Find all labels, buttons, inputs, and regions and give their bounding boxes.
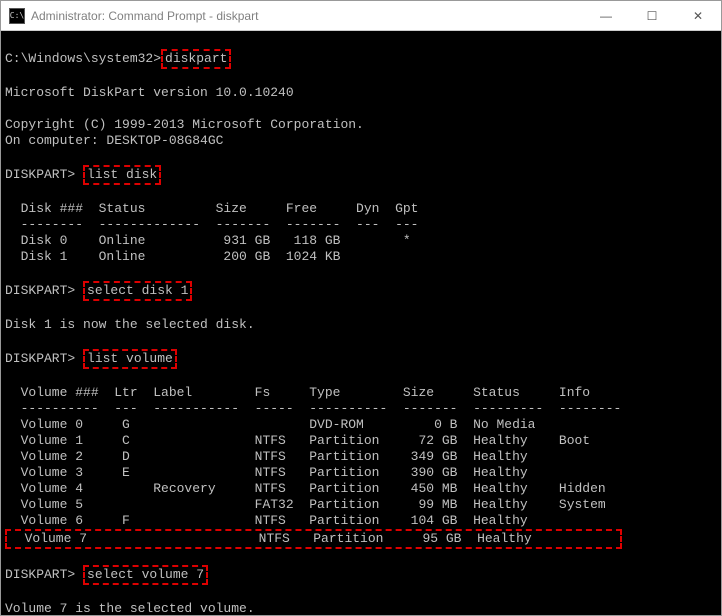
terminal[interactable]: C:\Windows\system32>diskpart Microsoft D… <box>1 31 721 615</box>
vol-sep: ---------- --- ----------- ----- -------… <box>5 401 621 416</box>
diskpart-prompt: DISKPART> <box>5 283 83 298</box>
highlight-select-disk: select disk 1 <box>83 281 192 301</box>
prompt-list-volume: DISKPART> list volume <box>5 351 177 366</box>
cmd-icon: C:\ <box>9 8 25 24</box>
minimize-button[interactable]: — <box>583 1 629 31</box>
highlight-select-volume: select volume 7 <box>83 565 208 585</box>
vol-row: Volume 1 C NTFS Partition 72 GB Healthy … <box>5 433 590 448</box>
close-button[interactable]: ✕ <box>675 1 721 31</box>
window-controls: — ☐ ✕ <box>583 1 721 31</box>
disk-row: Disk 1 Online 200 GB 1024 KB <box>5 249 340 264</box>
vol-row: Volume 5 FAT32 Partition 99 MB Healthy S… <box>5 497 606 512</box>
version-line: Microsoft DiskPart version 10.0.10240 <box>5 85 294 100</box>
prompt-list-disk: DISKPART> list disk <box>5 167 161 182</box>
diskpart-prompt: DISKPART> <box>5 167 83 182</box>
vol-row: Volume 6 F NTFS Partition 104 GB Healthy <box>5 513 528 528</box>
highlight-diskpart: diskpart <box>161 49 231 69</box>
vol-row: Volume 3 E NTFS Partition 390 GB Healthy <box>5 465 528 480</box>
highlight-volume-7: Volume 7 NTFS Partition 95 GB Healthy <box>5 529 622 549</box>
vol-row: Volume 0 G DVD-ROM 0 B No Media <box>5 417 536 432</box>
highlight-list-disk: list disk <box>83 165 161 185</box>
prompt-line-1: C:\Windows\system32>diskpart <box>5 51 231 66</box>
maximize-button[interactable]: ☐ <box>629 1 675 31</box>
diskpart-prompt: DISKPART> <box>5 351 83 366</box>
diskpart-prompt: DISKPART> <box>5 567 83 582</box>
vol-header: Volume ### Ltr Label Fs Type Size Status… <box>5 385 590 400</box>
window-title: Administrator: Command Prompt - diskpart <box>31 9 583 23</box>
prompt-path: C:\Windows\system32> <box>5 51 161 66</box>
vol-row-7: Volume 7 NTFS Partition 95 GB Healthy <box>9 531 618 546</box>
disk-row: Disk 0 Online 931 GB 118 GB * <box>5 233 411 248</box>
highlight-list-volume: list volume <box>83 349 177 369</box>
select-volume-result: Volume 7 is the selected volume. <box>5 601 255 615</box>
select-disk-result: Disk 1 is now the selected disk. <box>5 317 255 332</box>
window: C:\ Administrator: Command Prompt - disk… <box>0 0 722 616</box>
computer-line: On computer: DESKTOP-08G84GC <box>5 133 223 148</box>
vol-row: Volume 2 D NTFS Partition 349 GB Healthy <box>5 449 528 464</box>
copyright-line: Copyright (C) 1999-2013 Microsoft Corpor… <box>5 117 364 132</box>
disk-header: Disk ### Status Size Free Dyn Gpt <box>5 201 418 216</box>
disk-sep: -------- ------------- ------- ------- -… <box>5 217 418 232</box>
prompt-select-volume: DISKPART> select volume 7 <box>5 567 208 582</box>
vol-row: Volume 4 Recovery NTFS Partition 450 MB … <box>5 481 606 496</box>
titlebar[interactable]: C:\ Administrator: Command Prompt - disk… <box>1 1 721 31</box>
prompt-select-disk: DISKPART> select disk 1 <box>5 283 192 298</box>
